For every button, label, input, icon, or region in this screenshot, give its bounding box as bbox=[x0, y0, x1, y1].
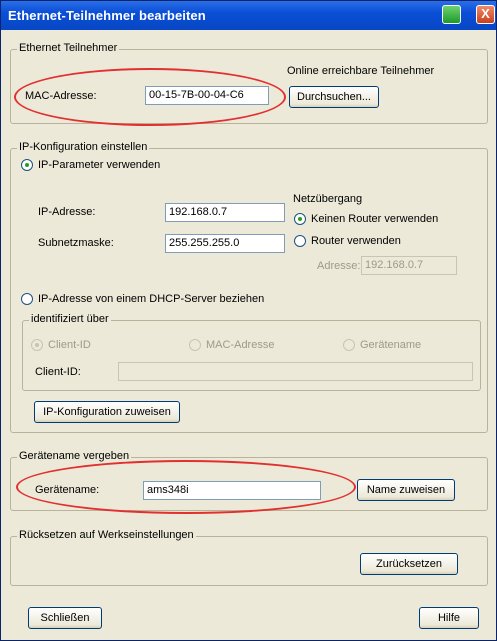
print-icon[interactable] bbox=[442, 5, 461, 24]
use-router-label: Router verwenden bbox=[311, 235, 401, 247]
client-id-radio-label: Client-ID bbox=[48, 339, 91, 351]
use-ip-parameters-radio[interactable] bbox=[21, 159, 33, 171]
title-bar: Ethernet-Teilnehmer bearbeiten X bbox=[1, 1, 496, 30]
no-router-label: Keinen Router verwenden bbox=[311, 213, 439, 225]
ip-address-label: IP-Adresse: bbox=[38, 206, 96, 218]
window-title: Ethernet-Teilnehmer bearbeiten bbox=[8, 8, 206, 23]
online-participants-label: Online erreichbare Teilnehmer bbox=[287, 65, 435, 77]
close-button[interactable]: Schließen bbox=[28, 607, 102, 629]
search-button[interactable]: Durchsuchen... bbox=[289, 86, 379, 108]
device-name-legend: Gerätename vergeben bbox=[17, 450, 132, 462]
use-ip-parameters-label: IP-Parameter verwenden bbox=[38, 159, 161, 171]
ip-configuration-legend: IP-Konfiguration einstellen bbox=[17, 141, 150, 153]
help-button[interactable]: Hilfe bbox=[419, 607, 479, 629]
reset-button[interactable]: Zurücksetzen bbox=[360, 553, 458, 575]
mac-highlight-oval bbox=[14, 68, 286, 126]
subnet-mask-label: Subnetzmaske: bbox=[38, 237, 114, 249]
client-id-label: Client-ID: bbox=[35, 366, 81, 378]
gateway-title: Netzübergang bbox=[293, 193, 363, 205]
assign-name-button[interactable]: Name zuweisen bbox=[357, 479, 455, 501]
dialog-window: Ethernet-Teilnehmer bearbeiten X Etherne… bbox=[0, 0, 497, 641]
subnet-mask-field[interactable]: 255.255.255.0 bbox=[165, 234, 285, 253]
dhcp-radio[interactable] bbox=[21, 293, 33, 305]
router-address-field[interactable]: 192.168.0.7 bbox=[361, 256, 457, 275]
close-icon[interactable]: X bbox=[476, 5, 495, 24]
client-id-field[interactable] bbox=[118, 362, 473, 381]
factory-reset-legend: Rücksetzen auf Werkseinstellungen bbox=[17, 529, 196, 541]
dhcp-label: IP-Adresse von einem DHCP-Server beziehe… bbox=[38, 293, 265, 305]
device-name-radio[interactable] bbox=[343, 339, 355, 351]
assign-ip-config-button[interactable]: IP-Konfiguration zuweisen bbox=[34, 401, 180, 423]
mac-address-radio-label: MAC-Adresse bbox=[206, 339, 275, 351]
device-name-radio-label: Gerätename bbox=[360, 339, 422, 351]
device-name-highlight-oval bbox=[16, 460, 356, 514]
no-router-radio[interactable] bbox=[294, 213, 306, 225]
ip-address-field[interactable]: 192.168.0.7 bbox=[165, 203, 285, 222]
router-address-label: Adresse: bbox=[317, 260, 361, 272]
identified-by-legend: identifiziert über bbox=[29, 313, 111, 325]
ethernet-participant-legend: Ethernet Teilnehmer bbox=[17, 42, 120, 54]
client-id-radio[interactable] bbox=[31, 339, 43, 351]
mac-address-radio[interactable] bbox=[189, 339, 201, 351]
use-router-radio[interactable] bbox=[294, 235, 306, 247]
